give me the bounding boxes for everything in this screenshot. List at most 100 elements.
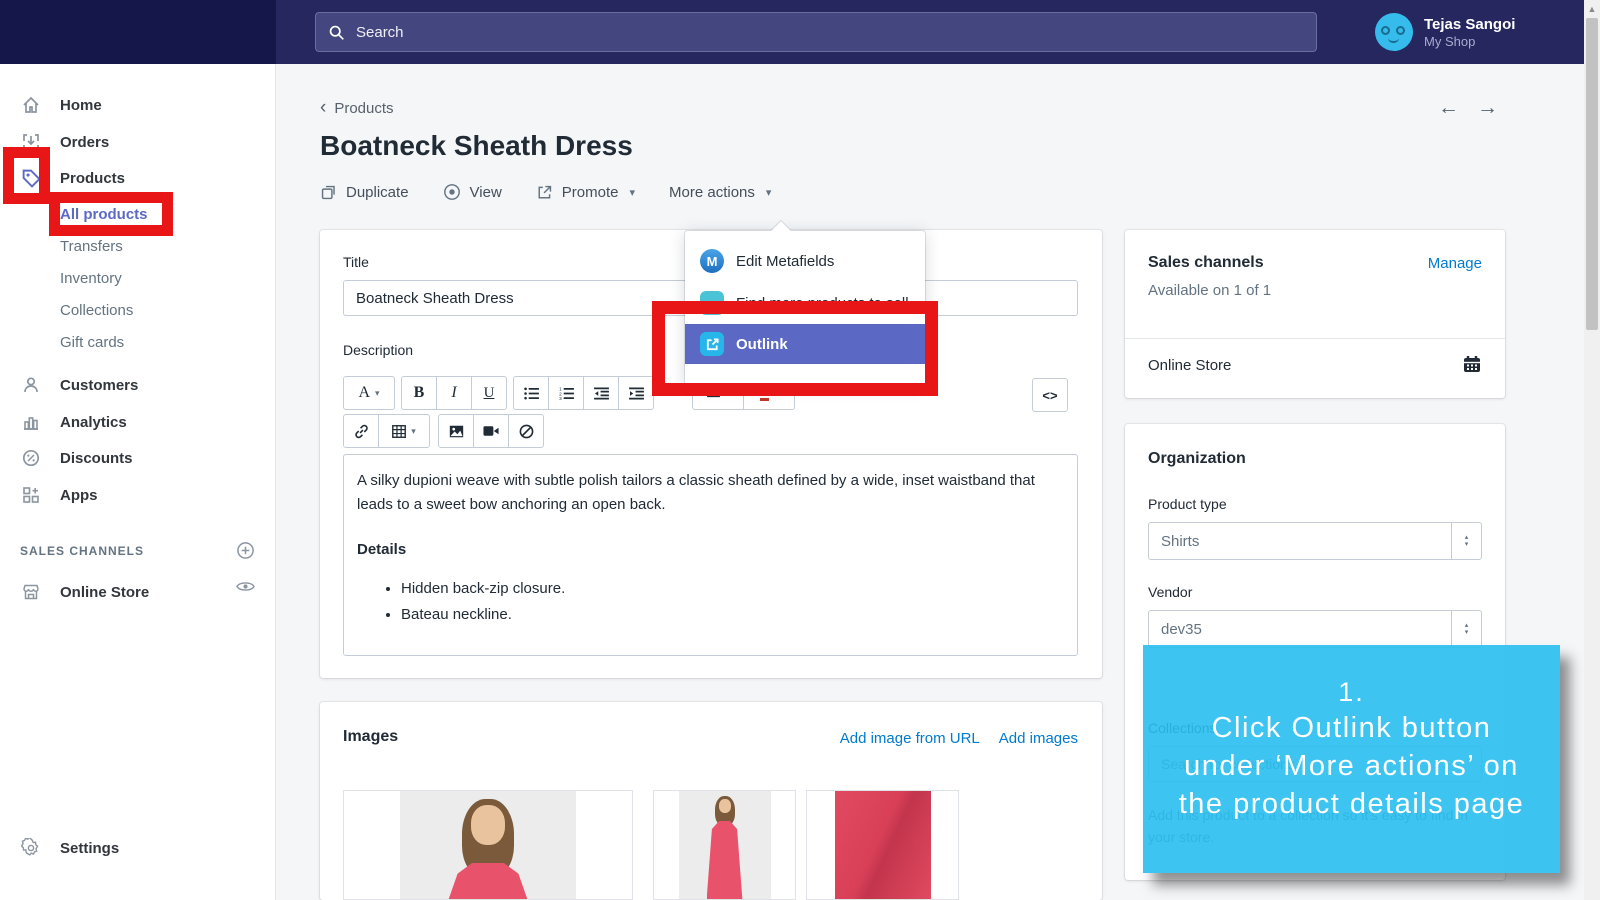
add-image-from-url-link[interactable]: Add image from URL [840,730,980,747]
list-item: Hidden back-zip closure. [401,576,1064,602]
user-name: Tejas Sangoi [1424,16,1515,34]
description-editor[interactable]: A silky dupioni weave with subtle polish… [343,454,1078,656]
customers-icon [20,375,42,395]
sidebar-item-apps[interactable]: Apps [0,480,276,510]
duplicate-icon [320,184,337,201]
add-images-link[interactable]: Add images [999,730,1078,747]
sales-channels-card: Sales channels Manage Available on 1 of … [1125,230,1505,398]
external-link-icon [536,184,553,201]
sidebar-item-inventory[interactable]: Inventory [0,263,276,293]
insert-table-button[interactable]: ▾ [378,414,430,448]
bold-button[interactable]: B [401,376,437,410]
online-store-icon [20,582,42,602]
images-card: Images Add image from URL Add images [320,702,1102,900]
organization-heading: Organization [1148,450,1246,468]
previous-product-arrow[interactable]: ← [1438,96,1459,120]
next-product-arrow[interactable]: → [1477,96,1498,120]
apps-icon [20,485,42,505]
global-search[interactable] [315,12,1317,52]
clear-formatting-button[interactable] [508,414,544,448]
details-heading: Details [357,541,1064,558]
settings-gear-icon [20,838,42,858]
dress-front-photo[interactable] [343,790,633,900]
online-store-eye-icon[interactable] [236,580,255,593]
numbered-list-button[interactable]: 123 [548,376,584,410]
product-actions: Duplicate View Promote ▾ More actions ▾ [320,183,771,201]
search-icon [328,24,345,41]
add-sales-channel-button[interactable] [236,541,255,560]
shopify-admin-product-page: Tejas Sangoi My Shop Home Orders Product… [0,0,1600,900]
insert-video-button[interactable] [473,414,509,448]
dress-back-photo[interactable] [653,790,796,900]
sales-channels-heading: Sales channels [1148,254,1264,272]
list-item: Bateau neckline. [401,602,1064,628]
stepper-icon: ▴▾ [1451,611,1481,647]
title-label: Title [343,254,369,270]
chevron-down-icon: ▾ [630,186,636,199]
insert-image-button[interactable] [438,414,474,448]
vendor-label: Vendor [1148,584,1192,600]
annotation-box-all-products [49,192,173,236]
pagination-arrows: ← → [1438,96,1498,120]
page-scrollbar[interactable]: ▲ [1584,0,1600,900]
manage-link[interactable]: Manage [1428,255,1482,272]
scrollbar-up-arrow[interactable]: ▲ [1584,2,1600,16]
availability-text: Available on 1 of 1 [1148,282,1271,299]
sidebar-item-online-store[interactable]: Online Store [0,577,276,607]
breadcrumb[interactable]: ‹Products [320,97,394,119]
indent-button[interactable] [618,376,654,410]
bulleted-list-button[interactable] [513,376,549,410]
home-icon [20,95,42,115]
product-type-select[interactable]: Shirts ▴▾ [1148,522,1482,560]
search-input[interactable] [354,23,1232,42]
product-type-label: Product type [1148,496,1227,512]
sidebar-item-settings[interactable]: Settings [0,833,276,863]
fabric-closeup-photo[interactable] [806,790,959,900]
font-style-button[interactable]: A▾ [343,376,395,410]
insert-link-button[interactable] [343,414,379,448]
description-paragraph: A silky dupioni weave with subtle polish… [357,469,1037,517]
stepper-icon: ▴▾ [1451,523,1481,559]
images-heading: Images [343,728,398,746]
annotation-box-products-icon [3,147,50,204]
menu-item-edit-metafields[interactable]: M Edit Metafields [685,241,925,281]
analytics-icon [20,412,42,432]
duplicate-button[interactable]: Duplicate [320,184,409,201]
calendar-icon[interactable] [1462,354,1482,374]
user-menu[interactable]: Tejas Sangoi My Shop [1375,13,1515,51]
svg-text:3: 3 [559,396,562,400]
sidebar-item-gift-cards[interactable]: Gift cards [0,327,276,357]
eye-icon [443,183,461,201]
sidebar-item-discounts[interactable]: Discounts [0,443,276,473]
shop-name: My Shop [1424,34,1515,49]
tutorial-overlay: 1. Click Outlink button under ‘More acti… [1143,645,1560,873]
chevron-down-icon: ▾ [766,186,772,199]
topbar: Tejas Sangoi My Shop [0,0,1600,64]
editor-toolbar-row2: ▾ [343,414,544,448]
topbar-logo-area [0,0,276,64]
scrollbar-thumb[interactable] [1586,18,1598,330]
dropdown-caret [771,221,791,241]
italic-button[interactable]: I [436,376,472,410]
metafields-m-icon: M [700,249,724,273]
sales-channels-header: SALES CHANNELS [20,544,144,558]
channel-name: Online Store [1148,357,1231,374]
outdent-button[interactable] [583,376,619,410]
sidebar-item-home[interactable]: Home [0,90,276,120]
more-actions-button[interactable]: More actions ▾ [669,184,771,201]
details-list: Hidden back-zip closure. Bateau neckline… [357,576,1064,628]
chevron-left-icon: ‹ [320,97,326,118]
show-html-button[interactable]: <> [1032,378,1068,412]
sidebar-item-analytics[interactable]: Analytics [0,407,276,437]
discounts-icon [20,448,42,468]
underline-button[interactable]: U [471,376,507,410]
page-title: Boatneck Sheath Dress [320,130,633,162]
tutorial-step-number: 1. [1143,675,1560,709]
sidebar-item-collections[interactable]: Collections [0,295,276,325]
view-button[interactable]: View [443,183,502,201]
face-avatar-icon [1375,13,1413,51]
sidebar-item-customers[interactable]: Customers [0,370,276,400]
promote-button[interactable]: Promote ▾ [536,184,635,201]
vendor-select[interactable]: dev35 ▴▾ [1148,610,1482,648]
annotation-box-outlink [652,301,938,396]
